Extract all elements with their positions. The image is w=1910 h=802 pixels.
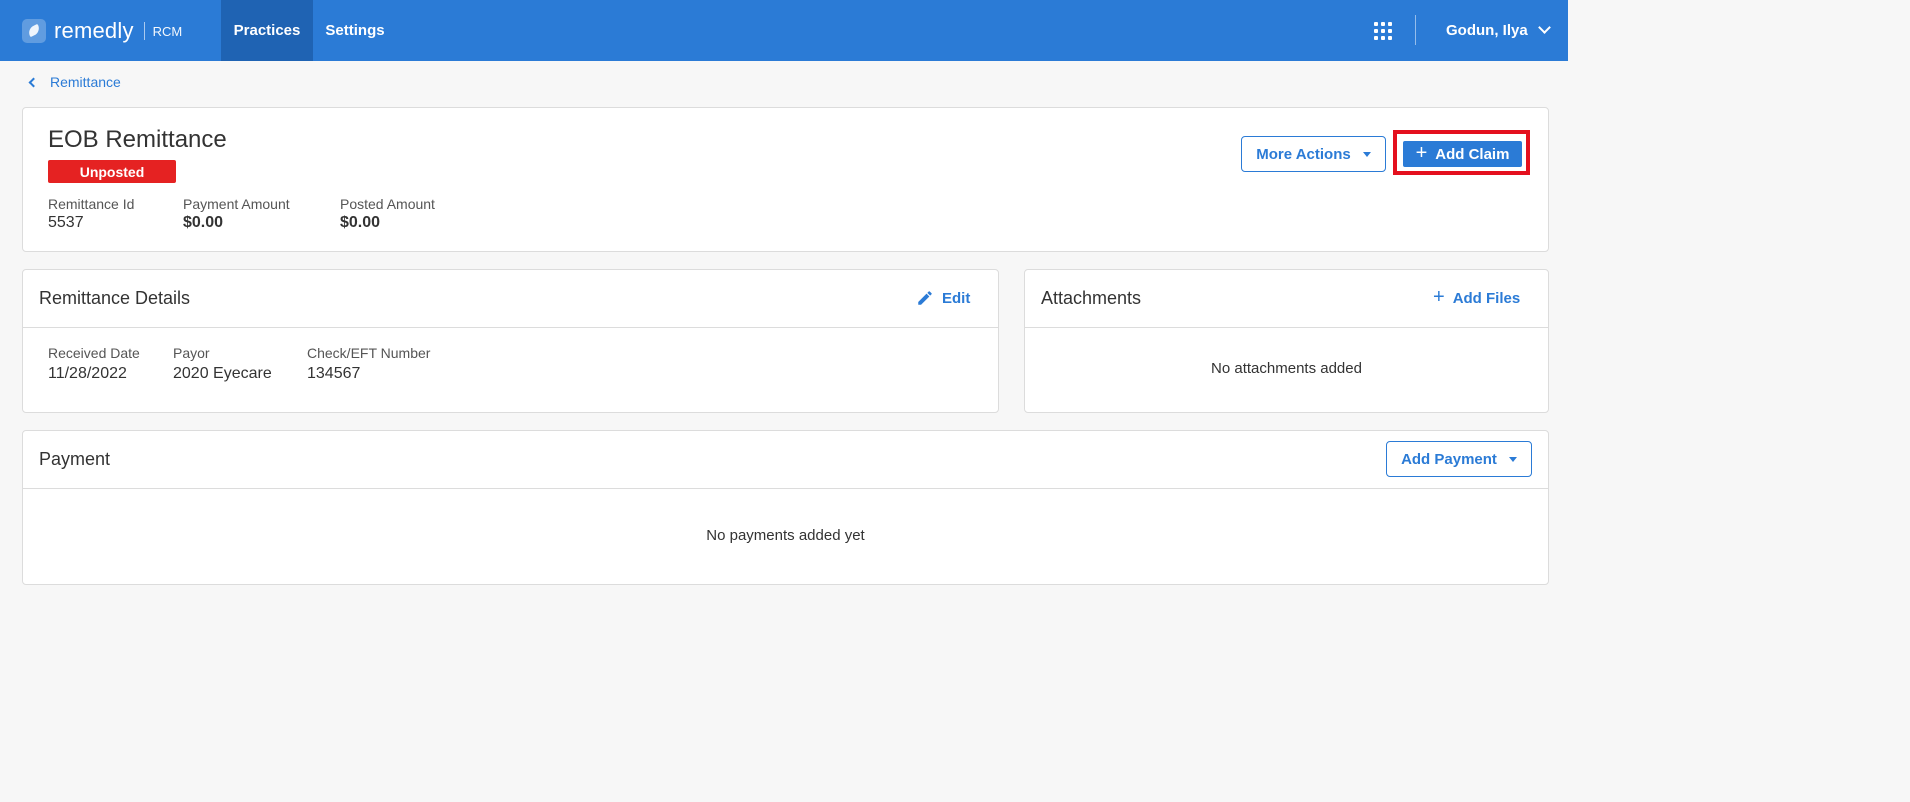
breadcrumb-label: Remittance xyxy=(50,74,121,90)
add-files-button[interactable]: + Add Files xyxy=(1433,286,1521,308)
plus-icon: + xyxy=(1415,142,1428,164)
more-actions-button[interactable]: More Actions xyxy=(1241,136,1386,172)
meta-label: Remittance Id xyxy=(48,196,135,212)
user-menu[interactable]: Godun, Ilya xyxy=(1446,20,1551,40)
field-payor: Payor 2020 Eyecare xyxy=(173,345,272,383)
leaf-logo-icon xyxy=(22,19,46,43)
more-actions-label: More Actions xyxy=(1256,145,1351,163)
topbar-divider xyxy=(1415,15,1416,45)
caret-down-icon xyxy=(1362,151,1371,157)
meta-payment-amount: Payment Amount $0.00 xyxy=(183,196,290,232)
meta-label: Posted Amount xyxy=(340,196,435,212)
status-badge: Unposted xyxy=(48,160,176,183)
field-value: 11/28/2022 xyxy=(48,365,127,382)
nav-tab-settings[interactable]: Settings xyxy=(313,0,397,61)
meta-value: $0.00 xyxy=(183,214,224,231)
plus-icon: + xyxy=(1433,286,1445,308)
edit-button[interactable]: Edit xyxy=(916,289,970,307)
field-label: Check/EFT Number xyxy=(307,345,431,361)
meta-label: Payment Amount xyxy=(183,196,290,212)
caret-down-icon xyxy=(1508,456,1517,462)
chevron-down-icon xyxy=(1537,21,1551,34)
add-payment-button[interactable]: Add Payment xyxy=(1386,441,1532,477)
add-payment-label: Add Payment xyxy=(1401,450,1497,468)
breadcrumb-back-link[interactable]: Remittance xyxy=(28,74,121,90)
card-header: Payment Add Payment xyxy=(23,431,1548,489)
field-value: 134567 xyxy=(307,365,361,382)
attachments-card: Attachments + Add Files No attachments a… xyxy=(1024,269,1549,413)
card-title: Remittance Details xyxy=(39,288,191,308)
card-title: Payment xyxy=(39,449,111,469)
brand-divider xyxy=(143,22,145,40)
user-name: Godun, Ilya xyxy=(1446,21,1528,39)
brand-name: remedly xyxy=(54,18,134,43)
nav-tab-practices[interactable]: Practices xyxy=(221,0,313,61)
add-files-label: Add Files xyxy=(1452,289,1521,307)
meta-value: $0.00 xyxy=(340,214,381,231)
brand-logo[interactable]: remedly RCM xyxy=(22,16,182,46)
field-value: 2020 Eyecare xyxy=(173,365,272,382)
field-label: Payor xyxy=(173,345,210,361)
add-claim-label: Add Claim xyxy=(1435,145,1510,163)
payment-card: Payment Add Payment No payments added ye… xyxy=(22,430,1549,585)
apps-grid-icon[interactable] xyxy=(1374,22,1392,40)
remittance-header-card: EOB Remittance Unposted Remittance Id 55… xyxy=(22,107,1549,252)
meta-remittance-id: Remittance Id 5537 xyxy=(48,196,134,232)
meta-value: 5537 xyxy=(48,214,84,231)
pencil-icon xyxy=(918,291,932,305)
field-label: Received Date xyxy=(48,345,140,361)
remittance-details-card: Remittance Details Edit Received Date 11… xyxy=(22,269,999,413)
card-header: Attachments + Add Files xyxy=(1025,270,1548,328)
brand-subtitle: RCM xyxy=(152,23,183,39)
top-navigation-bar: remedly RCM Practices Settings Godun, Il… xyxy=(0,0,1568,61)
card-header: Remittance Details Edit xyxy=(23,270,998,328)
field-check-eft-number: Check/EFT Number 134567 xyxy=(307,345,430,383)
field-received-date: Received Date 11/28/2022 xyxy=(48,345,140,383)
chevron-left-icon xyxy=(28,77,39,87)
card-title: Attachments xyxy=(1041,288,1142,308)
add-claim-button[interactable]: + Add Claim xyxy=(1403,141,1522,167)
attachments-empty-state: No attachments added xyxy=(1211,360,1362,377)
payments-empty-state: No payments added yet xyxy=(706,527,865,544)
page-title: EOB Remittance xyxy=(48,126,227,153)
meta-posted-amount: Posted Amount $0.00 xyxy=(340,196,435,232)
edit-label: Edit xyxy=(942,289,971,307)
